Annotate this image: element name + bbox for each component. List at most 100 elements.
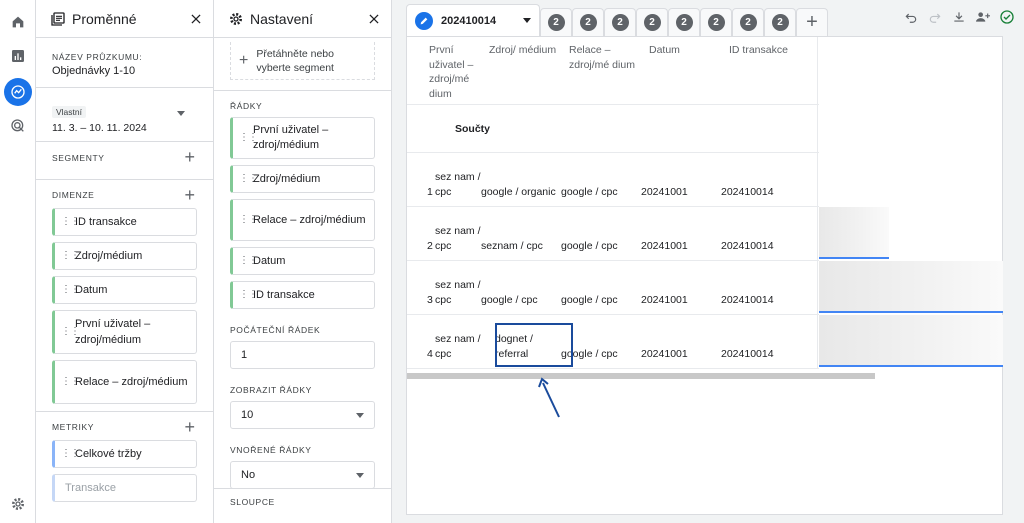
column-divider bbox=[817, 37, 818, 369]
drag-handle-icon[interactable]: ⋮⋮ bbox=[61, 327, 80, 337]
row-chip[interactable]: ⋮⋮ Zdroj/médium bbox=[230, 165, 375, 193]
highlight-box bbox=[495, 323, 573, 367]
cell-bar bbox=[819, 261, 1003, 313]
tab[interactable]: 2 bbox=[636, 8, 668, 36]
survey-name-label: NÁZEV PRŮZKUMU: bbox=[52, 52, 143, 62]
drag-handle-icon[interactable]: ⋮⋮ bbox=[61, 449, 80, 459]
totals-row: Součty bbox=[407, 105, 819, 153]
dimension-chip[interactable]: ⋮⋮ Datum bbox=[52, 276, 197, 304]
start-row-label: POČÁTEČNÍ ŘÁDEK bbox=[230, 325, 321, 335]
show-rows-select[interactable]: 10 bbox=[230, 401, 375, 429]
share-user-icon[interactable] bbox=[974, 8, 992, 26]
home-icon[interactable] bbox=[4, 8, 32, 36]
tab[interactable]: 2 bbox=[732, 8, 764, 36]
totals-label: Součty bbox=[455, 123, 491, 135]
dimension-chip[interactable]: ⋮⋮ Zdroj/médium bbox=[52, 242, 197, 270]
variables-icon bbox=[51, 11, 65, 26]
chevron-down-icon[interactable] bbox=[523, 18, 531, 23]
download-icon[interactable] bbox=[950, 8, 968, 26]
pencil-icon[interactable] bbox=[415, 11, 433, 30]
horizontal-scrollbar[interactable] bbox=[407, 373, 875, 379]
chevron-down-icon bbox=[356, 473, 364, 478]
nested-rows-label: VNOŘENÉ ŘÁDKY bbox=[230, 445, 312, 455]
tab[interactable]: 2 bbox=[572, 8, 604, 36]
tab[interactable]: 2 bbox=[764, 8, 796, 36]
columns-label: SLOUPCE bbox=[230, 497, 275, 507]
add-tab-button[interactable]: + bbox=[796, 8, 828, 36]
table-row[interactable]: 2 sez nam / cpc seznam / cpc google / cp… bbox=[407, 207, 819, 261]
add-segment-button[interactable]: + bbox=[184, 148, 195, 166]
drag-handle-icon[interactable]: ⋮⋮ bbox=[61, 377, 80, 387]
column-header[interactable]: První uživatel – zdroj/mé dium bbox=[407, 37, 489, 104]
dimension-chip[interactable]: ⋮⋮ První uživatel – zdroj/médium bbox=[52, 310, 197, 354]
drag-handle-icon[interactable]: ⋮⋮ bbox=[239, 290, 258, 300]
undo-icon[interactable] bbox=[902, 8, 920, 26]
column-header[interactable]: ID transakce bbox=[729, 37, 809, 104]
drag-handle-icon[interactable]: ⋮⋮ bbox=[239, 215, 258, 225]
segment-drop-zone[interactable]: + Přetáhněte nebo vyberte segment bbox=[230, 42, 375, 80]
row-chip[interactable]: ⋮⋮ Datum bbox=[230, 247, 375, 275]
dimensions-section: DIMENZE + ⋮⋮ ID transakce ⋮⋮ Zdroj/médium … bbox=[36, 180, 213, 412]
metrics-section: METRIKY + ⋮⋮ Celkové tržby Transakce bbox=[36, 412, 213, 522]
arrow-annotation-icon bbox=[538, 377, 560, 418]
segment-drop-section: + Přetáhněte nebo vyberte segment bbox=[214, 38, 391, 91]
table-row[interactable]: 3 sez nam / cpc google / cpc google / cp… bbox=[407, 261, 819, 315]
show-rows-label: ZOBRAZIT ŘÁDKY bbox=[230, 385, 312, 395]
drag-handle-icon[interactable]: ⋮⋮ bbox=[61, 285, 80, 295]
row-chip[interactable]: ⋮⋮ Relace – zdroj/médium bbox=[230, 199, 375, 241]
segments-label: SEGMENTY bbox=[52, 153, 105, 163]
tab[interactable]: 2 bbox=[700, 8, 732, 36]
explore-icon[interactable] bbox=[4, 78, 32, 106]
date-dropdown-icon[interactable] bbox=[177, 111, 185, 116]
chevron-down-icon bbox=[356, 413, 364, 418]
close-icon[interactable] bbox=[367, 12, 381, 26]
nested-rows-select[interactable]: No bbox=[230, 461, 375, 489]
column-header[interactable]: Relace – zdroj/mé dium bbox=[569, 37, 649, 104]
drag-handle-icon[interactable]: ⋮⋮ bbox=[239, 133, 258, 143]
tab-active[interactable]: 202410014 bbox=[406, 4, 540, 36]
tab[interactable]: 2 bbox=[668, 8, 700, 36]
date-type-badge: Vlastní bbox=[52, 106, 86, 118]
variables-title: Proměnné bbox=[72, 10, 137, 27]
check-circle-icon[interactable] bbox=[998, 8, 1016, 26]
row-chip[interactable]: ⋮⋮ První uživatel – zdroj/médium bbox=[230, 117, 375, 159]
dimension-chip[interactable]: ⋮⋮ Relace – zdroj/médium bbox=[52, 360, 197, 404]
table-row[interactable]: 1 sez nam / cpc google / organic google … bbox=[407, 153, 819, 207]
tab[interactable]: 2 bbox=[604, 8, 636, 36]
redo-icon[interactable] bbox=[926, 8, 944, 26]
table-row[interactable]: 4 sez nam / cpc dognet / referral google… bbox=[407, 315, 819, 369]
dimension-chip[interactable]: ⋮⋮ ID transakce bbox=[52, 208, 197, 236]
bar-chart-icon[interactable] bbox=[4, 42, 32, 70]
gear-icon[interactable] bbox=[4, 490, 32, 518]
column-header[interactable]: Zdroj/ médium bbox=[489, 37, 569, 104]
drag-handle-icon[interactable]: ⋮⋮ bbox=[61, 217, 80, 227]
tab[interactable]: 2 bbox=[540, 8, 572, 36]
survey-name-value[interactable]: Objednávky 1-10 bbox=[52, 65, 197, 77]
target-icon[interactable] bbox=[4, 112, 32, 140]
add-metric-button[interactable]: + bbox=[184, 418, 195, 436]
date-range-value: 11. 3. – 10. 11. 2024 bbox=[52, 122, 147, 134]
row-chip[interactable]: ⋮⋮ ID transakce bbox=[230, 281, 375, 309]
left-nav-rail bbox=[0, 0, 36, 523]
metric-chip[interactable]: Transakce bbox=[52, 474, 197, 502]
add-dimension-button[interactable]: + bbox=[184, 186, 195, 204]
metric-chip[interactable]: ⋮⋮ Celkové tržby bbox=[52, 440, 197, 468]
metrics-label: METRIKY bbox=[52, 422, 94, 432]
data-table: První uživatel – zdroj/mé dium Zdroj/ mé… bbox=[407, 37, 819, 369]
toolbar bbox=[902, 8, 1016, 26]
close-icon[interactable] bbox=[189, 12, 203, 26]
date-range-section[interactable]: Vlastní 11. 3. – 10. 11. 2024 bbox=[36, 88, 213, 142]
table-header: První uživatel – zdroj/mé dium Zdroj/ mé… bbox=[407, 37, 819, 105]
settings-header: Nastavení bbox=[214, 0, 391, 38]
gear-icon bbox=[230, 12, 242, 25]
drag-handle-icon[interactable]: ⋮⋮ bbox=[61, 251, 80, 261]
drag-handle-icon[interactable]: ⋮⋮ bbox=[239, 256, 258, 266]
cell-bar bbox=[819, 315, 1003, 367]
drag-handle-icon[interactable]: ⋮⋮ bbox=[239, 174, 258, 184]
variables-panel: Proměnné NÁZEV PRŮZKUMU: Objednávky 1-10… bbox=[36, 0, 214, 523]
settings-title: Nastavení bbox=[250, 10, 314, 27]
start-row-input[interactable]: 1 bbox=[230, 341, 375, 369]
dimensions-label: DIMENZE bbox=[52, 190, 95, 200]
add-icon: + bbox=[239, 51, 249, 69]
column-header[interactable]: Datum bbox=[649, 37, 729, 104]
